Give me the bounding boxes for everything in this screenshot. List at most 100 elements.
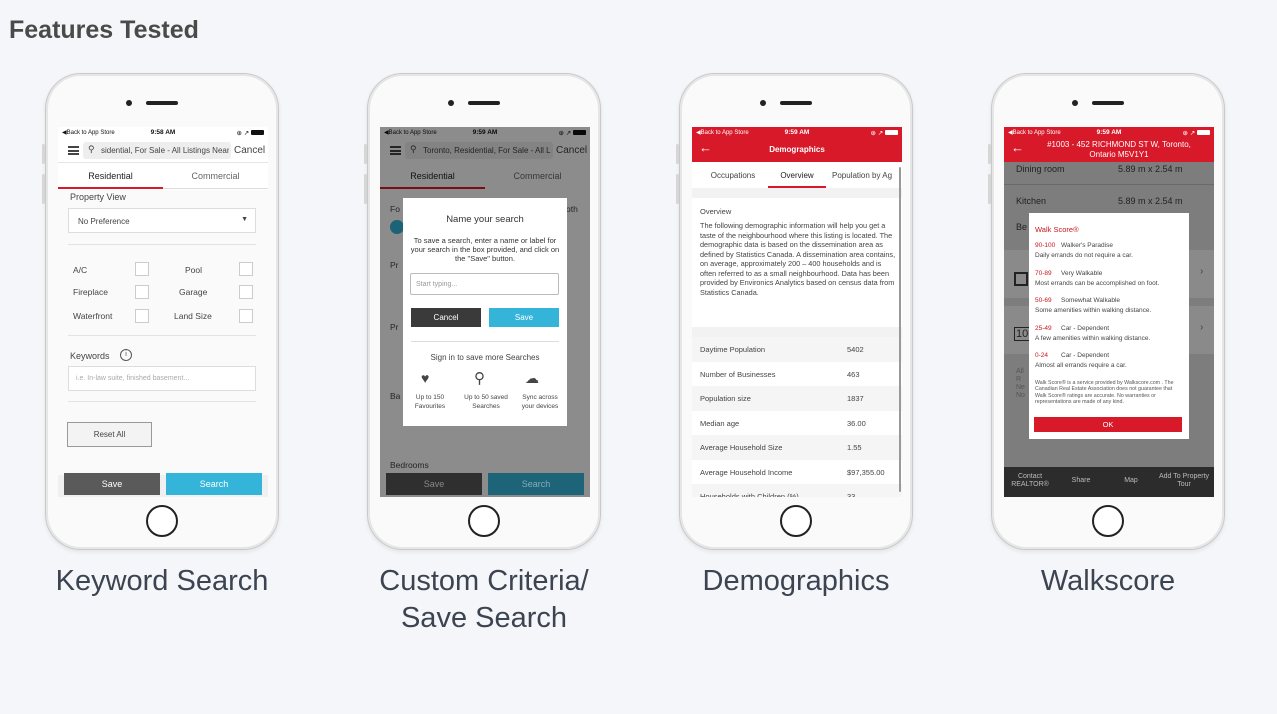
walkscore-modal: Walk Score® 90-100 Walker's Paradise Daily… <box>1029 213 1189 439</box>
waterfront-checkbox[interactable] <box>135 309 149 323</box>
save-button[interactable]: Save <box>386 473 482 495</box>
score-description: Most errands can be accomplished on foot… <box>1035 279 1160 287</box>
score-description: Almost all errands require a car. <box>1035 362 1127 369</box>
camera-dot <box>1072 100 1078 106</box>
search-bar: ⚲ sidential, For Sale - All Listings Nea… <box>58 138 268 163</box>
info-icon[interactable]: i <box>120 349 132 361</box>
filter-panel: Property View No Preference ▼ A/C Pool F… <box>58 190 268 475</box>
nav-add-to-tour[interactable]: Add To Property Tour <box>1154 473 1214 489</box>
table-row: Number of Businesses 463 <box>692 361 902 386</box>
reset-all-button[interactable]: Reset All <box>67 422 152 447</box>
tab-overview[interactable]: Overview <box>768 163 826 188</box>
score-name: Car - Dependent <box>1061 324 1110 332</box>
modal-cancel-button[interactable]: Cancel <box>411 308 481 327</box>
overview-heading: Overview <box>700 207 732 216</box>
battery-icon <box>251 130 264 136</box>
gap <box>692 188 902 198</box>
camera-dot <box>448 100 454 106</box>
ac-label: A/C <box>73 265 88 275</box>
overview-paragraph: The following demographic information wi… <box>700 221 896 297</box>
bg-chevron-icon: › <box>1200 322 1204 333</box>
gap <box>692 327 902 337</box>
property-view-value: No Preference <box>78 217 130 226</box>
tab-population-by-age[interactable]: Population by Ag <box>832 163 902 188</box>
score-description: Daily errands do not require a car. <box>1035 252 1133 259</box>
caption-keyword-search: Keyword Search <box>55 565 269 597</box>
cancel-button[interactable]: Cancel <box>234 145 265 156</box>
walkscore-item: 0-24 Car - Dependent Almost all errands re… <box>1035 352 1127 369</box>
sign-in-prompt[interactable]: Sign in to save more Searches <box>403 353 567 362</box>
ac-checkbox[interactable] <box>135 262 149 276</box>
divider <box>68 244 256 245</box>
row-value: 1837 <box>847 394 864 403</box>
bg-kitchen: Kitchen <box>1016 196 1047 206</box>
table-row: Households with Children (%) 33 <box>692 484 902 497</box>
bg-kitchen-size: 5.89 m x 2.54 m <box>1118 196 1183 206</box>
speaker-grille <box>468 101 500 105</box>
speaker-grille <box>1092 101 1124 105</box>
camera-dot <box>760 100 766 106</box>
pool-label: Pool <box>185 265 203 275</box>
land-size-checkbox[interactable] <box>239 309 253 323</box>
phone-demographics: ◀Back to App Store 9:59 AM ⊕ ↗ ← Demogra… <box>676 73 913 550</box>
row-label: Median age <box>700 418 740 428</box>
walkscore-item: 90-100 Walker's Paradise Daily errands do … <box>1035 242 1133 259</box>
row-label: Daytime Population <box>700 345 766 354</box>
search-button[interactable]: Search <box>488 473 584 495</box>
speaker-grille <box>146 101 178 105</box>
bg-chart-icon <box>1014 272 1028 286</box>
walkscore-title: Walk Score® <box>1035 225 1079 234</box>
home-button[interactable] <box>780 505 812 537</box>
phone-save-search: ◀Back to App Store 9:59 AM ⊕ ↗ ⚲ Toronto… <box>364 73 601 550</box>
scrollbar[interactable] <box>899 167 901 492</box>
screen: ◀Back to App Store 9:59 AM ⊕ ↗ ← #1003 -… <box>1004 127 1214 497</box>
garage-checkbox[interactable] <box>239 285 253 299</box>
score-range: 0-24 <box>1035 352 1049 359</box>
score-range: 25-49 <box>1035 324 1052 332</box>
nav-share[interactable]: Share <box>1056 477 1106 484</box>
heart-icon: ♥ <box>421 370 430 386</box>
search-name-input[interactable]: Start typing... <box>410 273 559 295</box>
row-value: 36.00 <box>847 418 866 428</box>
home-button[interactable] <box>468 505 500 537</box>
nav-map[interactable]: Map <box>1106 477 1156 484</box>
cloud-sync-icon: ☁ <box>525 370 539 386</box>
table-row: Average Household Income $97,355.00 <box>692 459 902 484</box>
caption-demographics: Demographics <box>702 565 890 597</box>
status-bar: ◀Back to App Store 9:58 AM ⊕ ↗ <box>58 127 268 138</box>
row-label: Average Household Income <box>700 467 793 477</box>
speaker-grille <box>780 101 812 105</box>
menu-icon[interactable] <box>68 146 79 155</box>
back-arrow-icon[interactable]: ← <box>1011 140 1024 155</box>
keywords-input[interactable]: i.e. In-law suite, finished basement... <box>68 366 256 391</box>
tab-occupations[interactable]: Occupations <box>698 163 768 188</box>
fireplace-checkbox[interactable] <box>135 285 149 299</box>
ok-button[interactable]: OK <box>1034 417 1182 432</box>
keywords-label: Keywords <box>70 351 110 361</box>
pool-checkbox[interactable] <box>239 262 253 276</box>
search-input[interactable]: ⚲ sidential, For Sale - All Listings Nea… <box>83 142 231 159</box>
search-icon: ⚲ <box>474 370 485 387</box>
tab-commercial[interactable]: Commercial <box>163 165 268 189</box>
score-name: Somewhat Walkable <box>1061 297 1121 304</box>
modal-save-button[interactable]: Save <box>489 308 559 327</box>
search-button[interactable]: Search <box>166 473 262 495</box>
nav-contact-realtor[interactable]: Contact REALTOR® <box>1004 473 1056 489</box>
home-button[interactable] <box>146 505 178 537</box>
feature-sync: Sync across your devices <box>521 394 559 410</box>
row-value: 5402 <box>847 345 864 354</box>
status-bar: ◀Back to App Store 9:59 AM ⊕ ↗ <box>1004 127 1214 138</box>
bottom-nav: Contact REALTOR® Share Map Add To Propert… <box>1004 467 1214 497</box>
bg-text: All R Ne No <box>1016 368 1025 399</box>
property-view-select[interactable]: No Preference ▼ <box>68 208 256 233</box>
listing-address: #1003 - 452 RICHMOND ST W, Toronto, Ontar… <box>1047 140 1191 159</box>
tab-residential[interactable]: Residential <box>58 165 163 189</box>
save-button[interactable]: Save <box>64 473 160 495</box>
bg-chevron-icon: › <box>1200 266 1204 277</box>
home-button[interactable] <box>1092 505 1124 537</box>
divider <box>68 401 256 402</box>
feature-saved-searches: Up to 50 saved Searches <box>464 394 508 410</box>
walkscore-item: 25-49 Car - Dependent A few amenities with… <box>1035 325 1150 342</box>
score-range: 90-100 <box>1035 242 1056 249</box>
phone-keyword-search: ◀Back to App Store 9:58 AM ⊕ ↗ ⚲ sidenti… <box>42 73 279 550</box>
